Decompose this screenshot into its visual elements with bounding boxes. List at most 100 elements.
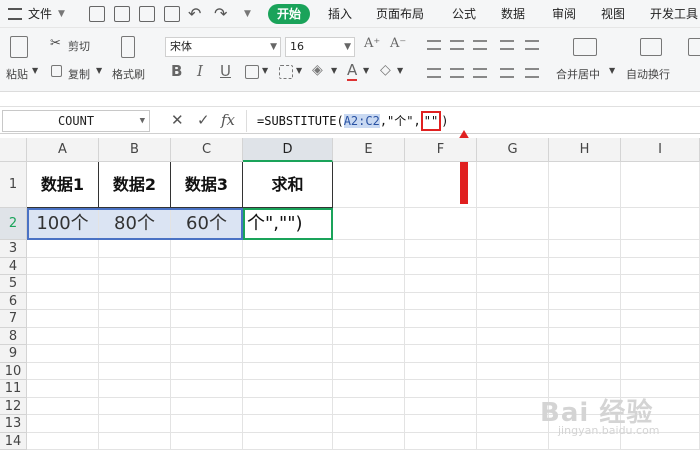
font-name-select[interactable]: 宋体 ▼ [165, 37, 281, 57]
cell-f7[interactable] [405, 310, 477, 328]
cell-d6[interactable] [243, 292, 333, 310]
insert-function-icon[interactable]: fx [221, 111, 235, 129]
cell-f8[interactable] [405, 327, 477, 345]
cell-a3[interactable] [27, 240, 99, 258]
cell-d1[interactable]: 求和 [243, 162, 333, 208]
cell-b13[interactable] [99, 415, 171, 433]
align-center-icon[interactable] [450, 68, 464, 78]
shrink-font-button[interactable]: A⁻ [390, 36, 406, 51]
cell-c6[interactable] [171, 292, 243, 310]
cell-b9[interactable] [99, 345, 171, 363]
format-painter-icon[interactable] [121, 36, 135, 58]
cell-e12[interactable] [333, 397, 405, 415]
cell-d3[interactable] [243, 240, 333, 258]
cell-i10[interactable] [621, 362, 700, 380]
cell-e4[interactable] [333, 257, 405, 275]
cell-g2[interactable] [477, 208, 549, 240]
cell-d10[interactable] [243, 362, 333, 380]
confirm-icon[interactable]: ✓ [197, 111, 210, 129]
name-box[interactable]: COUNT ▼ [2, 110, 150, 132]
cell-e11[interactable] [333, 380, 405, 398]
cell-h2[interactable] [549, 208, 621, 240]
merge-center-button[interactable]: 合并居中 [556, 66, 600, 82]
undo-icon[interactable]: ↶ [188, 0, 201, 28]
cell-b5[interactable] [99, 275, 171, 293]
cell-h3[interactable] [549, 240, 621, 258]
cell-e5[interactable] [333, 275, 405, 293]
tab-review[interactable]: 审阅 [552, 0, 576, 28]
quick-access-dropdown-icon[interactable]: ▼ [244, 0, 251, 28]
cell-c4[interactable] [171, 257, 243, 275]
wrap-text-button[interactable]: 自动换行 [626, 66, 670, 82]
cell-h7[interactable] [549, 310, 621, 328]
cell-b11[interactable] [99, 380, 171, 398]
decrease-indent-icon[interactable] [500, 40, 514, 50]
cell-d14[interactable] [243, 432, 333, 450]
cell-g1[interactable] [477, 162, 549, 208]
underline-button[interactable]: U [220, 62, 231, 80]
column-header-d[interactable]: D [243, 138, 333, 162]
cell-i8[interactable] [621, 327, 700, 345]
cell-f11[interactable] [405, 380, 477, 398]
file-menu[interactable]: 文件 [28, 0, 52, 28]
borders-icon[interactable] [245, 65, 259, 79]
cell-a7[interactable] [27, 310, 99, 328]
row-header-14[interactable]: 14 [0, 432, 27, 450]
justify-icon[interactable] [500, 68, 514, 78]
column-header-a[interactable]: A [27, 138, 99, 162]
cell-f9[interactable] [405, 345, 477, 363]
menu-icon[interactable] [8, 8, 22, 20]
row-header-11[interactable]: 11 [0, 380, 27, 398]
cell-h5[interactable] [549, 275, 621, 293]
copy-icon[interactable] [51, 65, 62, 77]
merge-center-icon[interactable] [573, 38, 597, 56]
align-top-icon[interactable] [427, 40, 441, 50]
cell-g5[interactable] [477, 275, 549, 293]
chevron-down-icon[interactable]: ▼ [58, 0, 65, 28]
more-tools-icon[interactable] [688, 38, 700, 56]
column-header-c[interactable]: C [171, 138, 243, 162]
cell-e10[interactable] [333, 362, 405, 380]
cell-a5[interactable] [27, 275, 99, 293]
cell-a13[interactable] [27, 415, 99, 433]
cell-c12[interactable] [171, 397, 243, 415]
cell-h1[interactable] [549, 162, 621, 208]
increase-indent-icon[interactable] [525, 40, 539, 50]
cell-i1[interactable] [621, 162, 700, 208]
cell-d11[interactable] [243, 380, 333, 398]
row-header-5[interactable]: 5 [0, 275, 27, 293]
cell-a12[interactable] [27, 397, 99, 415]
row-header-4[interactable]: 4 [0, 257, 27, 275]
copy-dropdown-icon[interactable]: ▼ [96, 66, 102, 75]
cell-b7[interactable] [99, 310, 171, 328]
cell-a2[interactable]: 100个 [27, 208, 99, 240]
cell-i4[interactable] [621, 257, 700, 275]
cell-g12[interactable] [477, 397, 549, 415]
cell-d12[interactable] [243, 397, 333, 415]
cell-i3[interactable] [621, 240, 700, 258]
column-header-e[interactable]: E [333, 138, 405, 162]
chevron-down-icon[interactable]: ▼ [363, 66, 369, 75]
cell-c13[interactable] [171, 415, 243, 433]
cell-d9[interactable] [243, 345, 333, 363]
cell-e3[interactable] [333, 240, 405, 258]
row-header-12[interactable]: 12 [0, 397, 27, 415]
cell-e2[interactable] [333, 208, 405, 240]
wrap-text-icon[interactable] [640, 38, 662, 56]
row-header-1[interactable]: 1 [0, 162, 27, 208]
column-header-i[interactable]: I [621, 138, 700, 162]
cell-a4[interactable] [27, 257, 99, 275]
select-all-corner[interactable] [0, 138, 27, 162]
cell-g4[interactable] [477, 257, 549, 275]
cell-d2-editing[interactable]: 个","") [243, 208, 333, 240]
tab-formulas[interactable]: 公式 [452, 0, 476, 28]
cell-d4[interactable] [243, 257, 333, 275]
row-header-9[interactable]: 9 [0, 345, 27, 363]
align-bottom-icon[interactable] [473, 40, 487, 50]
cell-b10[interactable] [99, 362, 171, 380]
cell-c1[interactable]: 数据3 [171, 162, 243, 208]
chevron-down-icon[interactable]: ▼ [609, 66, 615, 75]
grow-font-button[interactable]: A⁺ [364, 36, 380, 51]
cell-f3[interactable] [405, 240, 477, 258]
copy-button[interactable]: 复制 [68, 66, 90, 82]
